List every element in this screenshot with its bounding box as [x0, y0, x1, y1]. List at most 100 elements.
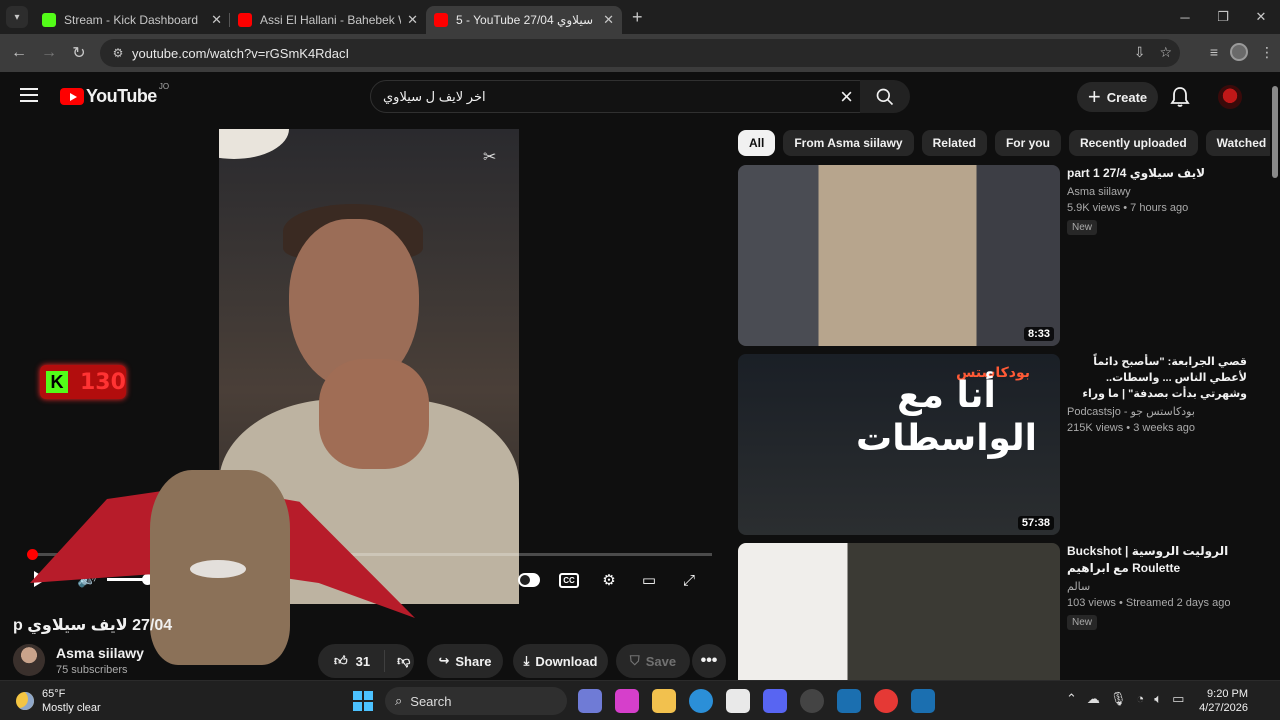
chip-for-you[interactable]: For you — [994, 130, 1061, 156]
browser-menu-icon[interactable]: ⋮ — [1260, 44, 1274, 61]
chip-watched[interactable]: Watched — [1205, 130, 1278, 156]
taskbar-search[interactable]: ⌕ Search — [385, 687, 567, 715]
theater-mode-icon[interactable]: ▭ — [638, 570, 660, 590]
guide-menu-icon[interactable] — [20, 88, 38, 102]
create-button[interactable]: + Create — [1077, 82, 1158, 112]
page-scrollbar[interactable] — [1270, 72, 1280, 680]
window-controls: ─ ❐ ✕ — [1166, 0, 1280, 34]
recommendation-title[interactable]: Buckshot | الروليت الروسية مع ابراهيم Ro… — [1067, 543, 1247, 577]
new-tab-icon[interactable]: + — [632, 7, 643, 28]
obs-icon[interactable] — [800, 689, 824, 713]
weather-widget[interactable]: 65°F Mostly clear — [16, 687, 101, 715]
file-explorer-icon[interactable] — [652, 689, 676, 713]
recommendation-channel[interactable]: Asma siilawy — [1067, 184, 1247, 200]
chip-related[interactable]: Related — [921, 130, 987, 156]
install-app-icon[interactable]: ⇩ — [1134, 44, 1146, 61]
kick-favicon-icon — [42, 13, 56, 27]
steam-icon[interactable] — [837, 689, 861, 713]
wifi-icon[interactable]: ◔ — [1136, 691, 1144, 707]
share-button[interactable]: ↪ Share — [427, 644, 503, 678]
recommendation-title[interactable]: part 1 27/4 لايف سيلاوي — [1067, 165, 1247, 182]
steam-icon[interactable] — [911, 689, 935, 713]
site-info-icon[interactable]: ⚙ — [108, 46, 128, 60]
plus-icon: + — [1087, 84, 1101, 109]
bookmark-star-icon[interactable]: ☆ — [1159, 44, 1172, 61]
dislike-button[interactable]: 👎︎ — [385, 653, 410, 669]
recommendation-channel[interactable]: سالم — [1067, 579, 1247, 595]
video-thumbnail[interactable]: بودكاستس أنا مع الواسطات 57:38 — [738, 354, 1060, 535]
chip-all[interactable]: All — [738, 130, 776, 156]
recommendation-item[interactable]: بودكاستس أنا مع الواسطات 57:38 قصي الجرا… — [738, 354, 1258, 535]
task-view-icon[interactable] — [578, 689, 602, 713]
edge-icon[interactable] — [689, 689, 713, 713]
search-input[interactable]: اخر لايف ل سيلاوي — [383, 89, 486, 105]
video-thumbnail[interactable]: 8:33 — [738, 165, 1060, 346]
minimize-icon[interactable]: ─ — [1166, 10, 1204, 25]
windows-start-icon[interactable] — [353, 691, 373, 711]
tab-assi-el-hallani[interactable]: Assi El Hallani - Bahebek We Bg ✕ — [230, 6, 426, 34]
recommendation-title[interactable]: قصي الجرابعة: "سأصبح دائماً لأعطي الناس … — [1067, 354, 1247, 402]
restore-icon[interactable]: ❐ — [1204, 9, 1242, 25]
omnibox[interactable]: ⚙ youtube.com/watch?v=rGSmK4RdacI ⇩ ☆ — [100, 39, 1180, 67]
tab-search-menu-icon[interactable]: ▾ — [6, 6, 28, 28]
forward-icon[interactable]: → — [34, 44, 64, 62]
copilot-icon[interactable] — [615, 689, 639, 713]
autoplay-toggle[interactable] — [518, 570, 540, 590]
url-text[interactable]: youtube.com/watch?v=rGSmK4RdacI — [132, 46, 349, 61]
chip-recently-uploaded[interactable]: Recently uploaded — [1068, 130, 1198, 156]
tab-close-icon[interactable]: ✕ — [211, 12, 222, 28]
channel-avatar[interactable] — [13, 644, 45, 676]
video-thumbnail[interactable] — [738, 543, 1060, 680]
subtitles-button[interactable]: CC — [558, 570, 580, 590]
settings-gear-icon[interactable]: ⚙ — [598, 570, 620, 590]
weather-condition: Mostly clear — [42, 702, 101, 714]
battery-icon[interactable]: ▭ — [1172, 691, 1184, 707]
moon-weather-icon — [16, 692, 34, 710]
tab-kick-dashboard[interactable]: Stream - Kick Dashboard ✕ — [34, 6, 230, 34]
network-icon[interactable]: ☁ — [1087, 691, 1100, 707]
recommendation-channel[interactable]: Podcastsjo - بودكاستس جو — [1067, 404, 1247, 420]
reload-icon[interactable]: ↻ — [64, 43, 94, 63]
search-button[interactable] — [860, 80, 910, 113]
search-icon: ⌕ — [395, 693, 403, 708]
download-button[interactable]: ⤓ Download — [513, 644, 608, 678]
tab-close-icon[interactable]: ✕ — [603, 12, 614, 28]
close-window-icon[interactable]: ✕ — [1242, 9, 1280, 25]
scrollbar-thumb[interactable] — [1272, 86, 1278, 178]
chevron-up-icon[interactable]: ⌃ — [1066, 691, 1077, 707]
save-button[interactable]: ⛉ Save — [616, 644, 690, 678]
recommendation-stats: 215K views • 3 weeks ago — [1067, 422, 1195, 434]
store-icon[interactable] — [726, 689, 750, 713]
more-dots-icon: ••• — [700, 652, 718, 669]
speaker-icon[interactable]: 🔈︎ — [1154, 691, 1162, 707]
tab-title: Stream - Kick Dashboard — [64, 13, 199, 27]
recommendation-item[interactable]: Buckshot | الروليت الروسية مع ابراهيم Ro… — [738, 543, 1258, 680]
recommendation-info: part 1 27/4 لايف سيلاوي Asma siilawy 5.9… — [1067, 165, 1247, 235]
like-button[interactable]: 👍︎ 31 — [318, 650, 386, 672]
clear-search-icon[interactable]: × — [840, 84, 853, 110]
fullscreen-icon[interactable]: ⤢ — [678, 570, 700, 590]
back-icon[interactable]: ← — [4, 44, 34, 62]
search-box[interactable]: اخر لايف ل سيلاوي × — [370, 80, 866, 113]
account-avatar[interactable] — [1218, 85, 1242, 109]
tab-youtube-active[interactable]: 5 - YouTube 27/04 لايف سيلاوي ✕ — [426, 6, 622, 34]
more-actions-button[interactable]: ••• — [692, 644, 726, 678]
thumbnail-caption: أنا مع الواسطات — [856, 375, 1037, 460]
profile-avatar[interactable] — [1230, 43, 1248, 61]
media-controls-icon[interactable]: ≡ — [1210, 44, 1218, 60]
download-label: Download — [535, 653, 598, 669]
discord-icon[interactable] — [763, 689, 787, 713]
tab-title: 5 - YouTube 27/04 لايف سيلاوي — [456, 13, 597, 27]
youtube-favicon-icon — [434, 13, 448, 27]
microphone-icon[interactable]: 🎙︎ — [1110, 691, 1127, 707]
taskbar-clock[interactable]: 9:20 PM 4/27/2026 — [1196, 687, 1248, 715]
chip-from-channel[interactable]: From Asma siilawy — [783, 130, 914, 156]
subscriber-count: 75 subscribers — [56, 664, 128, 676]
youtube-logo[interactable]: YouTube JO — [60, 82, 169, 107]
recommendation-item[interactable]: 8:33 part 1 27/4 لايف سيلاوي Asma siilaw… — [738, 165, 1258, 346]
tab-close-icon[interactable]: ✕ — [407, 12, 418, 28]
channel-name[interactable]: Asma siilawy — [56, 645, 144, 661]
chrome-icon[interactable] — [874, 689, 898, 713]
notifications-button[interactable] — [1170, 86, 1190, 113]
kick-logo-icon: K — [46, 371, 68, 393]
